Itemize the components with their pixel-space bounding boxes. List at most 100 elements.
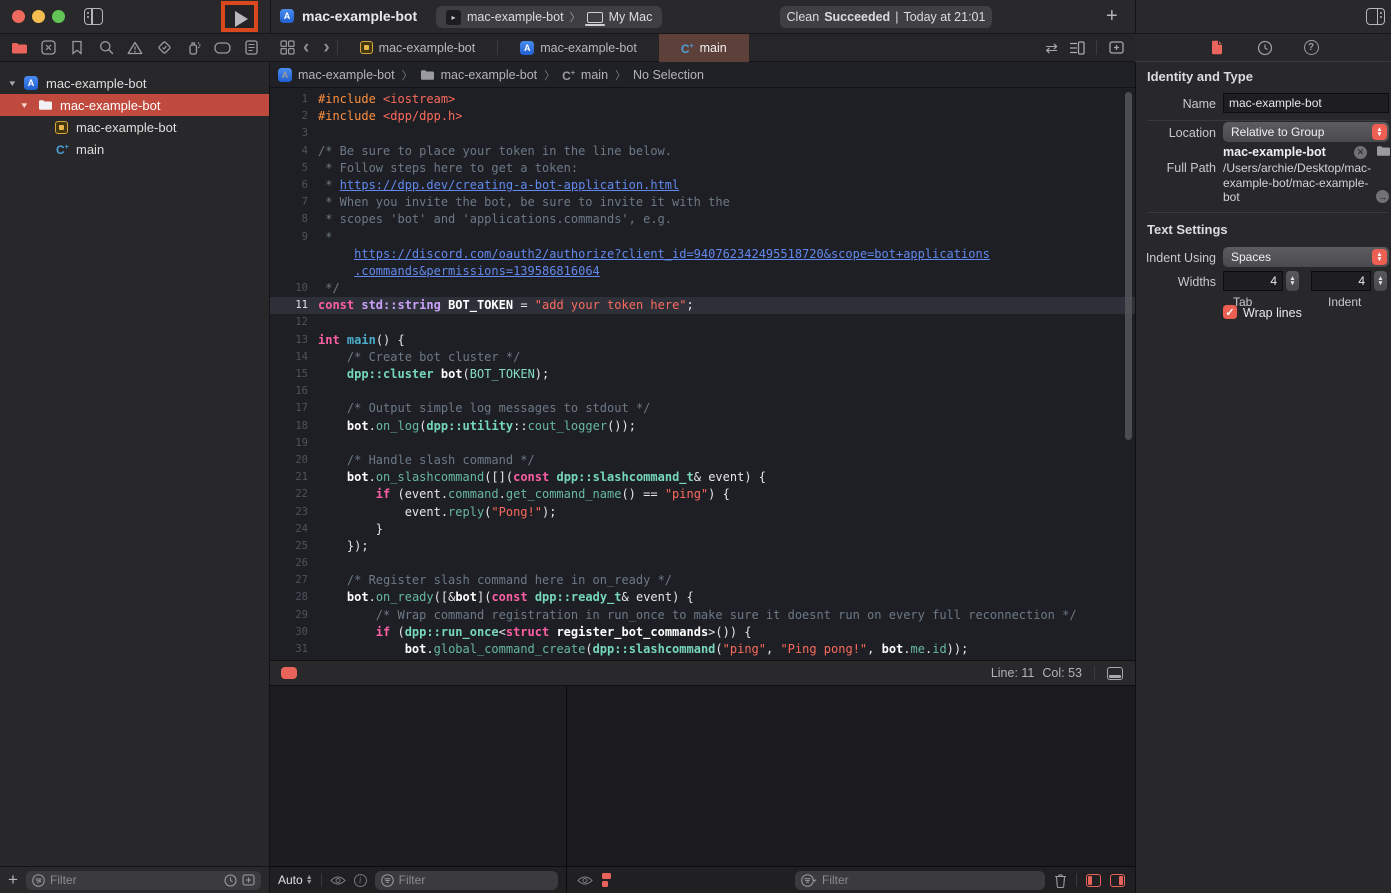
minimize-window-button[interactable] (32, 10, 45, 23)
console-mode-icon[interactable] (602, 873, 611, 887)
tree-item-mac-example-bot[interactable]: ▾Amac-example-bot (0, 72, 269, 94)
code-line-31[interactable]: 31 bot.global_command_create(dpp::slashc… (270, 641, 1135, 658)
indent-width-field[interactable] (1311, 271, 1371, 291)
quicklook-eye-icon[interactable] (330, 875, 346, 886)
code-line-10[interactable]: 10 */ (270, 280, 1135, 297)
code-line-21[interactable]: 21 bot.on_slashcommand([](const dpp::sla… (270, 469, 1135, 486)
clear-location-icon[interactable]: ✕ (1354, 146, 1367, 159)
code-line-2[interactable]: 2#include <dpp/dpp.h> (270, 108, 1135, 125)
code-line-18[interactable]: 18 bot.on_log(dpp::utility::cout_logger(… (270, 418, 1135, 435)
code-line-19[interactable]: 19 (270, 435, 1135, 452)
tab-width-stepper[interactable]: ▲▼ (1286, 271, 1299, 291)
bookmark-navigator-icon[interactable] (68, 39, 86, 57)
zoom-window-button[interactable] (52, 10, 65, 23)
code-line-1[interactable]: 1#include <iostream> (270, 91, 1135, 108)
issue-navigator-icon[interactable] (126, 39, 144, 57)
library-add-button[interactable]: + (1106, 5, 1118, 28)
code-line-13[interactable]: 13int main() { (270, 332, 1135, 349)
show-console-view-icon[interactable] (1110, 874, 1125, 887)
find-navigator-icon[interactable] (97, 39, 115, 57)
editor-tab-main[interactable]: C+main (659, 34, 749, 62)
editor-tab-mac-example-bot[interactable]: Amac-example-bot (498, 34, 659, 62)
trash-icon[interactable] (1054, 873, 1067, 888)
tab-width-field[interactable] (1223, 271, 1283, 291)
help-inspector-icon[interactable]: ? (1304, 40, 1319, 55)
breakpoint-navigator-icon[interactable] (213, 39, 231, 57)
code-line-16[interactable]: 16 (270, 383, 1135, 400)
code-line-4[interactable]: 4/* Be sure to place your token in the l… (270, 143, 1135, 160)
navigator-filter-input[interactable] (50, 873, 219, 887)
name-field[interactable] (1223, 93, 1389, 113)
variables-view[interactable] (270, 686, 567, 866)
test-navigator-icon[interactable] (155, 39, 173, 57)
console-filter-field[interactable] (795, 871, 1045, 890)
disclosure-triangle-icon[interactable]: ▾ (21, 100, 27, 111)
variable-scope-selector[interactable]: Auto ▲▼ (278, 873, 313, 887)
code-line-12[interactable]: 12 (270, 314, 1135, 331)
code-line-9[interactable]: 9 * (270, 229, 1135, 246)
add-file-button[interactable]: + (0, 870, 26, 890)
wrap-lines-checkbox[interactable]: ✓ (1223, 305, 1237, 319)
go-back-button[interactable]: ‹ (296, 36, 316, 60)
code-line-5[interactable]: 5 * Follow steps here to get a token: (270, 160, 1135, 177)
code-line-17[interactable]: 17 /* Output simple log messages to stdo… (270, 400, 1135, 417)
code-line-wrap[interactable]: .commands&permissions=139586816064 (270, 263, 1135, 280)
history-inspector-icon[interactable] (1256, 39, 1274, 57)
code-line-22[interactable]: 22 if (event.command.get_command_name() … (270, 486, 1135, 503)
project-navigator-icon[interactable] (10, 39, 28, 57)
source-editor[interactable]: 1#include <iostream>2#include <dpp/dpp.h… (270, 88, 1135, 660)
code-line-26[interactable]: 26 (270, 555, 1135, 572)
breadcrumb-item-main[interactable]: C+main (562, 68, 608, 82)
indent-using-dropdown[interactable]: Spaces ▲▼ (1223, 247, 1389, 267)
code-line-29[interactable]: 29 /* Wrap command registration in run_o… (270, 607, 1135, 624)
go-forward-button[interactable]: › (316, 36, 336, 60)
navigator-filter-field[interactable] (26, 871, 261, 890)
file-inspector-icon[interactable] (1208, 39, 1226, 57)
code-line-wrap[interactable]: https://discord.com/oauth2/authorize?cli… (270, 246, 1135, 263)
conditions-navigator-icon[interactable] (39, 39, 57, 57)
code-line-23[interactable]: 23 event.reply("Pong!"); (270, 504, 1135, 521)
tree-item-mac-example-bot[interactable]: ▾mac-example-bot (0, 94, 269, 116)
code-line-7[interactable]: 7 * When you invite the bot, be sure to … (270, 194, 1135, 211)
editor-options-icon[interactable] (1068, 39, 1086, 57)
tree-item-main[interactable]: C+main (0, 138, 269, 160)
code-line-15[interactable]: 15 dpp::cluster bot(BOT_TOKEN); (270, 366, 1135, 383)
tree-item-mac-example-bot[interactable]: mac-example-bot (0, 116, 269, 138)
open-path-arrow-icon[interactable]: → (1376, 190, 1389, 203)
debug-navigator-icon[interactable] (184, 39, 202, 57)
debug-area-toggle-icon[interactable] (1107, 667, 1123, 680)
console-filter-input[interactable] (822, 873, 1039, 887)
breadcrumb-item-no-selection[interactable]: No Selection (633, 68, 704, 82)
variables-filter-field[interactable] (375, 871, 558, 890)
activity-status[interactable]: Clean Succeeded | Today at 21:01 (780, 6, 992, 28)
indent-width-stepper[interactable]: ▲▼ (1374, 271, 1387, 291)
code-line-28[interactable]: 28 bot.on_ready([&bot](const dpp::ready_… (270, 589, 1135, 606)
code-line-11[interactable]: 11const std::string BOT_TOKEN = "add you… (270, 297, 1135, 314)
run-button[interactable] (235, 11, 248, 27)
breadcrumb-item-mac-example-bot[interactable]: Amac-example-bot (278, 68, 395, 82)
breadcrumb-item-mac-example-bot[interactable]: mac-example-bot (420, 68, 538, 82)
scheme-selector[interactable]: ▸ mac-example-bot 〉 My Mac (436, 6, 662, 28)
code-line-27[interactable]: 27 /* Register slash command here in on_… (270, 572, 1135, 589)
close-window-button[interactable] (12, 10, 25, 23)
code-review-icon[interactable]: ⇄ (1045, 39, 1058, 57)
source-control-status-icon[interactable] (242, 874, 255, 886)
report-navigator-icon[interactable] (242, 39, 260, 57)
code-line-14[interactable]: 14 /* Create bot cluster */ (270, 349, 1135, 366)
editor-tab-mac-example-bot[interactable]: mac-example-bot (338, 34, 498, 62)
variables-filter-input[interactable] (399, 873, 552, 887)
editor-scrollbar[interactable] (1125, 92, 1132, 440)
choose-folder-icon[interactable] (1376, 145, 1391, 160)
code-line-25[interactable]: 25 }); (270, 538, 1135, 555)
navigator-toggle-icon[interactable] (84, 8, 103, 25)
code-line-24[interactable]: 24 } (270, 521, 1135, 538)
code-line-20[interactable]: 20 /* Handle slash command */ (270, 452, 1135, 469)
code-line-8[interactable]: 8 * scopes 'bot' and 'applications.comma… (270, 211, 1135, 228)
location-dropdown[interactable]: Relative to Group ▲▼ (1223, 122, 1389, 142)
code-line-3[interactable]: 3 (270, 125, 1135, 142)
code-line-30[interactable]: 30 if (dpp::run_once<struct register_bot… (270, 624, 1135, 641)
info-icon[interactable]: i (354, 874, 367, 887)
console-view[interactable] (567, 686, 1135, 866)
code-line-6[interactable]: 6 * https://dpp.dev/creating-a-bot-appli… (270, 177, 1135, 194)
inspector-toggle-icon[interactable] (1366, 8, 1385, 25)
